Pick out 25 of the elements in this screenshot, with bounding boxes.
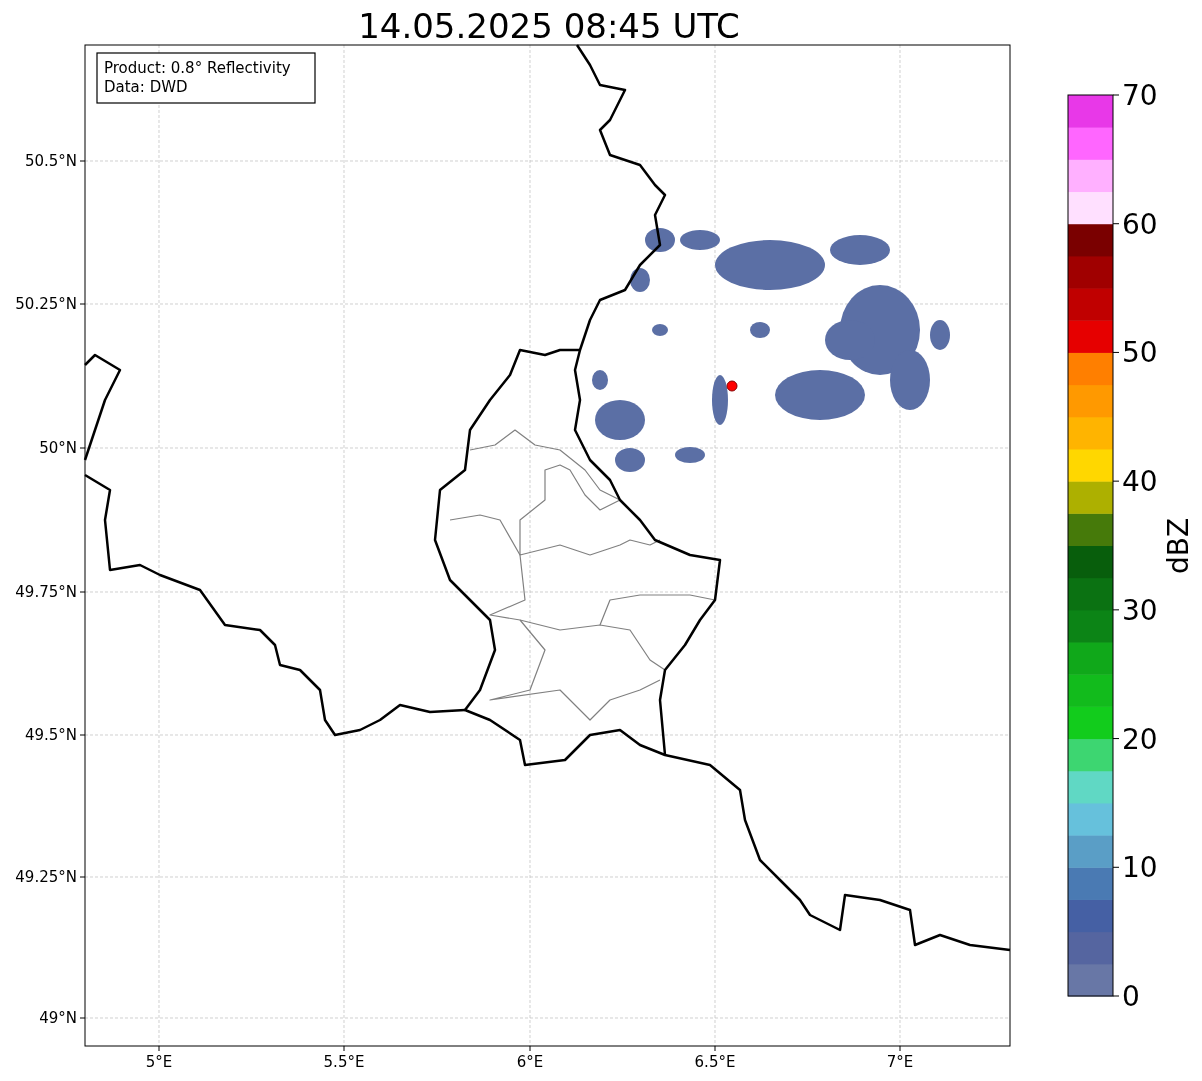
colorbar-tick-label: 30 [1122,593,1158,627]
colorbar-tick-label: 50 [1122,336,1158,370]
longitude-tick-label: 5.5°E [323,1053,365,1071]
longitude-tick-label: 6°E [516,1053,544,1071]
latitude-tick-label: 49.75°N [15,583,77,601]
chart-title: 14.05.2025 08:45 UTC [358,6,740,46]
colorbar-tick-label: 20 [1122,722,1158,756]
latitude-tick-label: 50.5°N [24,152,77,170]
latitude-tick-label: 49°N [39,1009,77,1027]
colorbar-tick-label: 40 [1122,465,1158,499]
colorbar-tick-label: 70 [1122,79,1158,112]
longitude-tick-label: 7°E [886,1053,914,1071]
info-text: Data: DWD [104,78,188,96]
info-text: Product: 0.8° Reflectivity [104,59,291,77]
colorbar-label: dBZ [1162,517,1195,575]
radar-site-marker [726,380,738,392]
longitude-tick-label: 6.5°E [694,1053,736,1071]
colorbar-tick-label: 0 [1122,980,1140,1013]
colorbar-tick-label: 10 [1122,851,1158,885]
longitude-tick-label: 5°E [145,1053,173,1071]
latitude-tick-label: 50.25°N [15,295,77,313]
colorbar-tick-label: 60 [1122,207,1158,241]
latitude-tick-label: 49.5°N [24,726,77,744]
latitude-tick-label: 49.25°N [15,868,77,886]
latitude-tick-label: 50°N [39,439,77,457]
